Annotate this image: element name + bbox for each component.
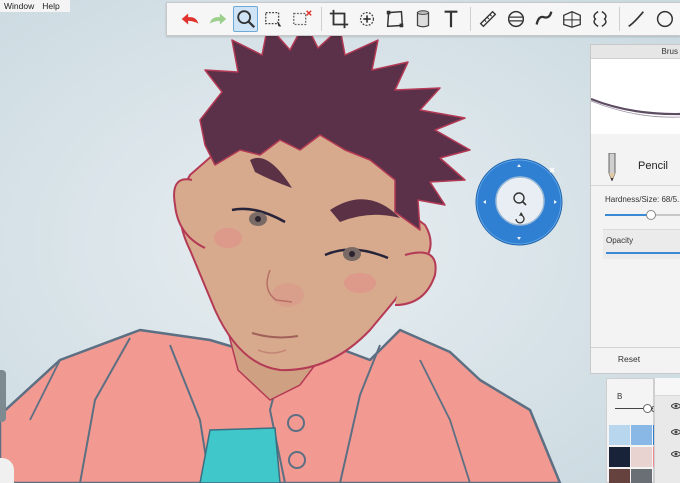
perspective-button[interactable] — [559, 6, 584, 32]
zoom-icon — [236, 10, 255, 29]
text-button[interactable] — [438, 6, 463, 32]
undo-icon — [181, 13, 198, 25]
select-deselect-icon — [292, 10, 312, 26]
rect-select-button[interactable] — [261, 6, 286, 32]
select-deselect-button[interactable] — [289, 6, 314, 32]
color-swatch[interactable] — [609, 469, 630, 483]
shape-icon — [657, 10, 674, 28]
ruler-button[interactable] — [475, 6, 500, 32]
layer-row[interactable] — [655, 378, 680, 396]
menu-bar: Window Help — [0, 0, 70, 12]
color-swatch[interactable] — [631, 469, 652, 483]
redo-button[interactable] — [205, 6, 230, 32]
brush-stroke-preview — [590, 59, 680, 134]
french-curve-button[interactable] — [531, 6, 556, 32]
opacity-control[interactable]: Opacity — [603, 229, 680, 259]
stroke-icon — [628, 11, 645, 28]
toolbar — [166, 2, 680, 36]
french-curve-icon — [535, 11, 552, 25]
shape-button[interactable] — [652, 6, 677, 32]
lasso-move-icon — [359, 11, 374, 27]
eye-icon[interactable] — [671, 450, 680, 458]
fill-button[interactable] — [410, 6, 435, 32]
brush-stroke-graphic — [590, 97, 680, 118]
eye-icon[interactable] — [671, 428, 680, 436]
ellipse-guide-icon — [507, 10, 524, 28]
ruler-icon — [479, 10, 496, 28]
toolbar-separator — [619, 7, 620, 31]
reset-button[interactable]: Reset — [591, 347, 680, 369]
toolbar-separator — [470, 7, 472, 31]
hardness-knob[interactable] — [645, 210, 656, 220]
symmetry-icon — [592, 11, 607, 27]
layers-strip — [654, 378, 680, 483]
hardness-size-label: Hardness/Size: 68/5.1 — [605, 195, 680, 204]
navigation-puck[interactable] — [474, 157, 564, 247]
brush-panel: Brus Pencil Hardness/Size: 68/5.1 Opacit… — [590, 44, 680, 374]
eye-icon[interactable] — [671, 402, 680, 410]
perspective-icon — [562, 10, 581, 28]
color-b-slider[interactable] — [615, 404, 653, 414]
hardness-slider[interactable] — [605, 210, 680, 220]
undo-button[interactable] — [177, 6, 202, 32]
color-swatch[interactable] — [631, 447, 652, 467]
opacity-slider-line[interactable] — [606, 252, 680, 254]
toolbar-separator — [321, 7, 323, 31]
brush-panel-header[interactable]: Brus — [591, 45, 680, 59]
brush-name: Pencil — [638, 160, 668, 172]
drawing-canvas[interactable] — [0, 0, 680, 483]
color-swatch[interactable] — [631, 425, 652, 445]
puck-close-icon — [549, 167, 555, 173]
transform-button[interactable] — [382, 6, 407, 32]
transform-icon — [386, 10, 403, 28]
zoom-button[interactable] — [233, 6, 259, 32]
color-swatch[interactable] — [609, 425, 630, 445]
reset-label: Reset — [617, 354, 641, 364]
fill-icon — [416, 10, 429, 28]
symmetry-button[interactable] — [587, 6, 612, 32]
hardness-fill — [605, 214, 651, 216]
rect-select-icon — [264, 11, 281, 27]
pencil-icon — [608, 153, 616, 181]
left-panel-tab[interactable] — [0, 370, 6, 422]
color-b-label: B — [617, 392, 623, 401]
menu-help[interactable]: Help — [38, 0, 63, 12]
redo-icon — [209, 13, 226, 25]
text-icon — [444, 10, 457, 28]
color-panel: B C — [606, 378, 674, 483]
menu-window[interactable]: Window — [0, 0, 38, 12]
crop-button[interactable] — [326, 6, 351, 32]
ellipse-guide-button[interactable] — [503, 6, 528, 32]
lasso-move-button[interactable] — [354, 6, 379, 32]
stroke-button[interactable] — [624, 6, 649, 32]
panel-divider — [591, 185, 680, 186]
crop-icon — [329, 9, 348, 29]
opacity-label: Opacity — [606, 236, 634, 245]
color-swatch[interactable] — [609, 447, 630, 467]
